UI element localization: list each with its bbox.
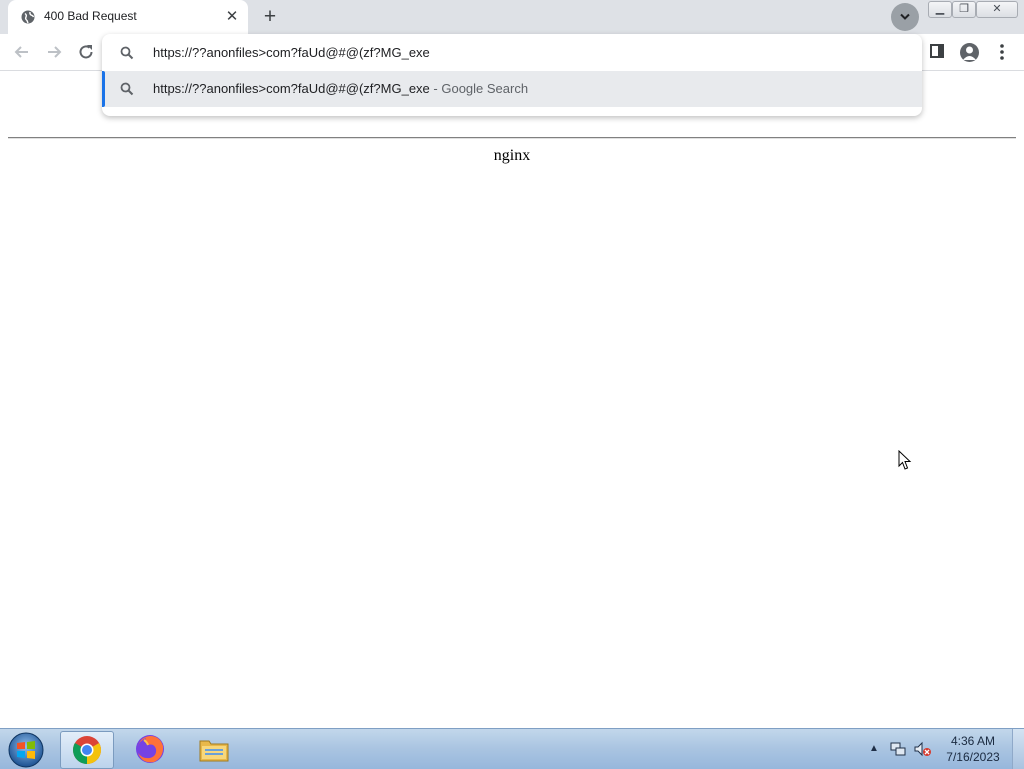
network-icon[interactable]: [890, 741, 907, 757]
side-panel-icon[interactable]: [930, 44, 944, 58]
tab-title: 400 Bad Request: [44, 9, 137, 23]
firefox-icon: [136, 735, 164, 763]
server-name: nginx: [493, 147, 531, 164]
suggestion-separator: -: [429, 81, 442, 96]
taskbar: ▲ 4:36 AM 7/16/2023: [0, 728, 1024, 769]
start-button-icon[interactable]: [6, 730, 46, 768]
suggestion-engine: Google Search: [441, 81, 529, 96]
close-window-button[interactable]: ✕: [976, 1, 1018, 18]
close-icon: ✕: [992, 3, 1002, 15]
omnibox-dropdown: https://??anonfiles>com?faUd@#@(zf?MG_ex…: [102, 34, 922, 116]
restore-button[interactable]: ❐: [952, 1, 976, 18]
menu-icon[interactable]: [996, 43, 1008, 61]
mouse-cursor-icon: [898, 450, 912, 470]
restore-icon: ❐: [959, 3, 969, 15]
show-desktop-button[interactable]: [1012, 729, 1024, 769]
chevron-down-icon: [900, 13, 910, 20]
tab-search-button[interactable]: [891, 3, 919, 31]
reload-icon[interactable]: [76, 42, 96, 62]
back-arrow-icon[interactable]: [12, 42, 32, 62]
page-divider: [8, 137, 1016, 139]
clock-date: 7/16/2023: [946, 750, 1000, 764]
forward-arrow-icon[interactable]: [44, 42, 64, 62]
show-hidden-icons-button[interactable]: ▲: [869, 743, 879, 754]
suggestion-query: https://??anonfiles>com?faUd@#@(zf?MG_ex…: [153, 81, 430, 96]
suggestion-text: https://??anonfiles>com?faUd@#@(zf?MG_ex…: [153, 81, 528, 96]
tab-active[interactable]: 400 Bad Request ✕: [8, 0, 248, 34]
omnibox-suggestion[interactable]: https://??anonfiles>com?faUd@#@(zf?MG_ex…: [102, 71, 922, 107]
search-icon: [120, 82, 134, 96]
new-tab-button[interactable]: +: [260, 6, 280, 27]
system-clock[interactable]: 4:36 AM 7/16/2023: [940, 733, 1006, 765]
minimize-button[interactable]: ▁: [928, 1, 952, 18]
suggestion-selected-indicator: [102, 71, 105, 107]
taskbar-chrome[interactable]: [60, 731, 114, 769]
search-icon: [120, 46, 134, 60]
volume-muted-icon[interactable]: [914, 741, 932, 757]
chrome-icon: [73, 736, 101, 764]
file-explorer-icon: [199, 740, 229, 762]
taskbar-firefox[interactable]: [124, 731, 176, 767]
tab-strip: 400 Bad Request ✕ + ▁ ❐ ✕: [0, 0, 1024, 34]
profile-icon[interactable]: [960, 43, 979, 62]
person-icon: [963, 46, 976, 60]
minimize-icon: ▁: [935, 3, 945, 15]
address-input[interactable]: https://??anonfiles>com?faUd@#@(zf?MG_ex…: [153, 45, 430, 60]
tab-close-icon[interactable]: ✕: [224, 9, 240, 25]
taskbar-file-explorer[interactable]: [187, 731, 239, 767]
clock-time: 4:36 AM: [950, 734, 996, 748]
globe-icon: [21, 10, 35, 24]
